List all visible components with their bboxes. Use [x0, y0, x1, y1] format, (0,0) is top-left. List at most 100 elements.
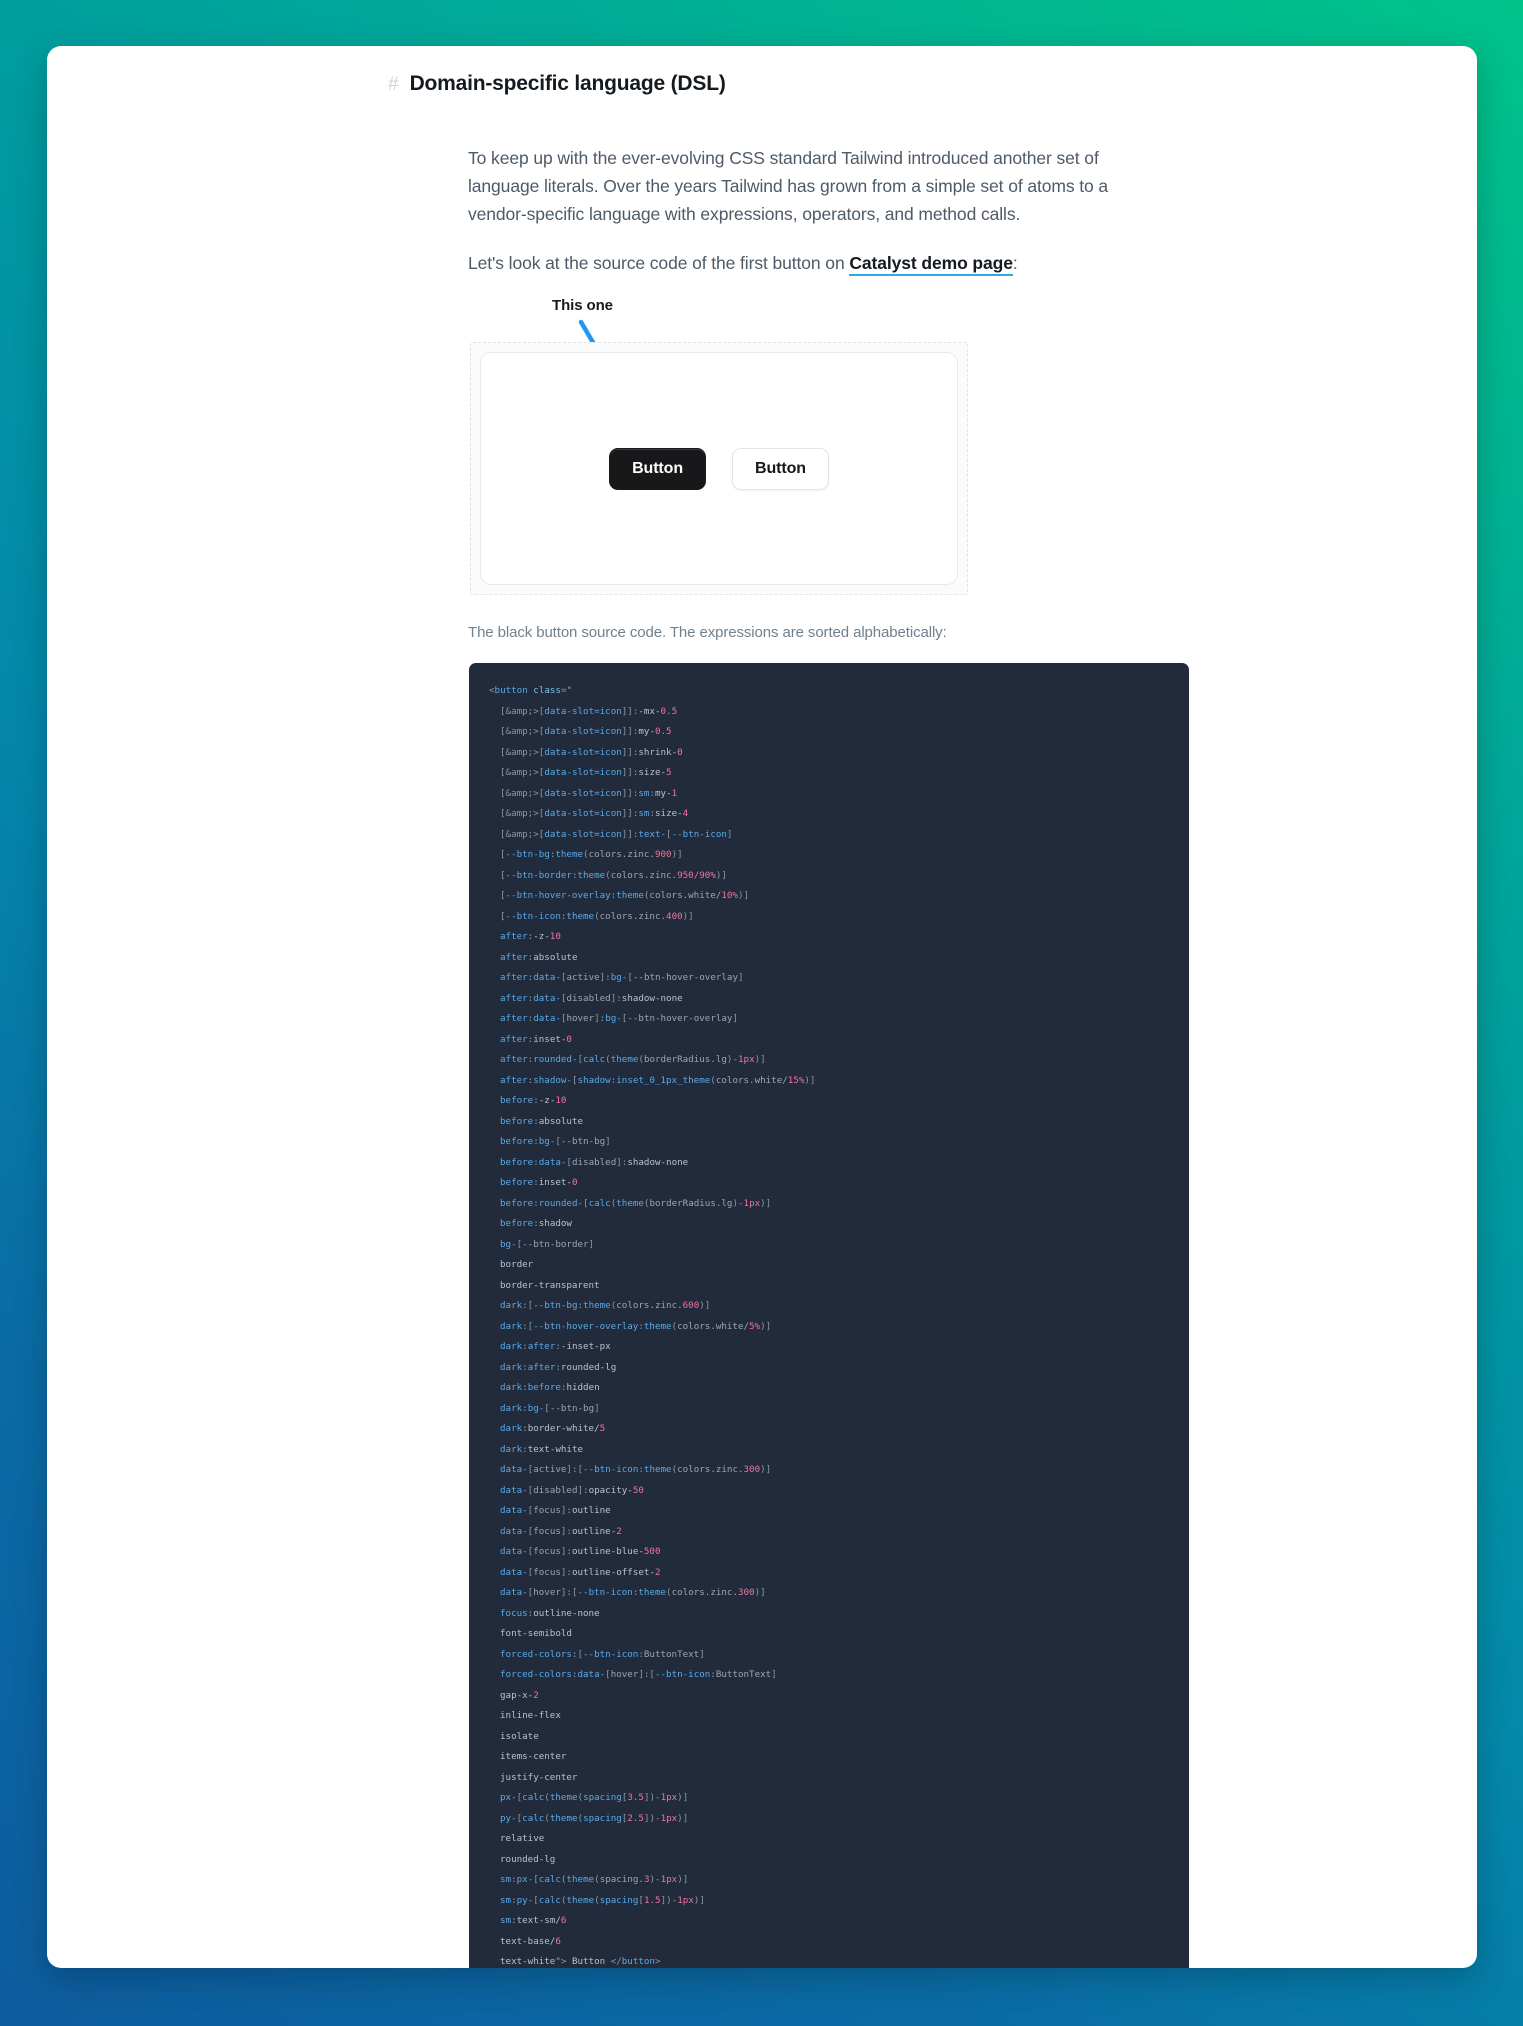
- code-token: ]]:: [621, 705, 639, 717]
- code-token: 6: [560, 1915, 567, 1926]
- code-line: [&amp;>[data-slot=icon]]:sm:size-4: [489, 804, 1169, 825]
- code-token: text-white: [527, 1443, 584, 1455]
- code-line: before:-z-10: [489, 1091, 1169, 1112]
- code-token: ]: [594, 1402, 600, 1414]
- code-line: after:inset-0: [489, 1030, 1169, 1051]
- code-token: after: [500, 951, 528, 963]
- code-token: colors.zinc.: [677, 1464, 744, 1475]
- code-token: data-slot=icon: [544, 828, 622, 840]
- code-token: 0: [566, 1033, 572, 1045]
- code-token: inset-: [538, 1177, 572, 1188]
- code-token: spacing: [583, 1812, 622, 1824]
- anchor-hash-icon[interactable]: #: [388, 74, 399, 96]
- code-token: )]: [760, 1197, 772, 1209]
- code-token: shadow: [538, 1218, 572, 1229]
- code-token: )]: [693, 1894, 705, 1906]
- code-token: colors.zinc.: [588, 849, 655, 860]
- code-line: before:rounded-[calc(theme(borderRadius.…: [489, 1194, 1169, 1215]
- code-token: shadow-none: [621, 992, 683, 1004]
- code-line: [&amp;>[data-slot=icon]]:my-0.5: [489, 722, 1169, 743]
- code-token: calc: [583, 1054, 606, 1065]
- code-token: after: [500, 1054, 528, 1065]
- code-token: calc: [588, 1197, 611, 1209]
- code-line: dark:after:rounded-lg: [489, 1358, 1169, 1379]
- code-line: font-semibold: [489, 1624, 1169, 1645]
- code-token: theme: [566, 1874, 595, 1885]
- code-token: )]: [682, 910, 694, 922]
- code-token: )]: [760, 1464, 772, 1475]
- code-line: py-[calc(theme(spacing[2.5])-1px)]: [489, 1809, 1169, 1830]
- code-token: &amp;: [505, 828, 534, 840]
- code-token: before: [527, 1382, 561, 1393]
- code-caption: The black button source code. The expres…: [468, 624, 947, 641]
- catalyst-demo-link[interactable]: Catalyst demo page: [849, 253, 1013, 276]
- code-token: before: [500, 1197, 534, 1209]
- code-token: --btn-icon: [671, 828, 727, 840]
- page-title: Domain-specific language (DSL): [409, 72, 726, 95]
- code-token: 1px: [660, 1812, 678, 1824]
- code-line: before:absolute: [489, 1112, 1169, 1133]
- code-token: ]:[: [560, 1587, 578, 1598]
- code-token: theme: [549, 1812, 578, 1824]
- code-token: sm: [638, 787, 650, 799]
- code-token: ]]:: [621, 746, 639, 758]
- code-token: &amp;: [505, 746, 534, 758]
- code-token: dark: [500, 1300, 523, 1311]
- code-token: calc: [522, 1792, 545, 1803]
- code-token: --btn-border: [505, 869, 572, 881]
- code-token: spacing: [599, 1894, 639, 1906]
- code-token: ]:: [560, 1566, 572, 1578]
- code-line: dark:before:hidden: [489, 1378, 1169, 1399]
- code-token: disabled: [571, 1156, 617, 1168]
- code-token: bg-: [605, 1013, 622, 1024]
- code-token: 950/90%: [677, 869, 716, 881]
- code-token: 300: [743, 1464, 761, 1475]
- code-line: [&amp;>[data-slot=icon]]:size-5: [489, 763, 1169, 784]
- code-token: )]: [754, 1054, 766, 1065]
- code-token: forced-colors: [500, 1669, 572, 1680]
- code-token: data-: [500, 1464, 528, 1475]
- code-token: sm: [500, 1894, 512, 1906]
- code-token: active: [566, 972, 600, 983]
- code-token: theme: [616, 890, 644, 901]
- demo-secondary-button[interactable]: Button: [732, 447, 829, 490]
- code-token: 2: [616, 1525, 622, 1537]
- code-token: theme: [638, 1587, 667, 1598]
- code-token: theme: [566, 910, 595, 922]
- code-token: after: [500, 972, 528, 983]
- code-token: 1px: [743, 1197, 761, 1209]
- code-token: bg-: [500, 1238, 517, 1250]
- code-token: -z-: [538, 1095, 556, 1106]
- code-token: --btn-icon: [583, 1648, 639, 1660]
- code-token: colors.zinc.: [610, 869, 678, 881]
- code-token: --btn-border: [522, 1238, 589, 1250]
- code-token: active: [533, 1464, 567, 1475]
- code-token: --btn-hover-overlay: [627, 1013, 733, 1024]
- code-line: text-base/6: [489, 1932, 1169, 1953]
- code-token: items-center: [500, 1751, 567, 1762]
- code-token: opacity-: [588, 1484, 633, 1496]
- code-token: --btn-bg: [560, 1136, 606, 1147]
- code-token: focus: [533, 1566, 561, 1578]
- demo-frame-inner: Button Button: [480, 352, 958, 585]
- code-token: )]: [715, 869, 727, 881]
- code-token: justify-center: [500, 1771, 578, 1783]
- code-token: bg-: [610, 972, 628, 983]
- code-token: outline: [571, 1505, 611, 1516]
- code-token: 0: [571, 1177, 578, 1188]
- code-token: ]:: [594, 1013, 606, 1024]
- code-token: )-: [732, 1197, 744, 1209]
- code-line: before:shadow: [489, 1214, 1169, 1235]
- code-token: data-: [500, 1505, 528, 1516]
- code-token: )]: [737, 890, 750, 901]
- code-token: 1px: [660, 1874, 678, 1885]
- code-line: inline-flex: [489, 1706, 1169, 1727]
- code-token: data-: [500, 1525, 528, 1537]
- code-token: 50: [632, 1484, 644, 1496]
- demo-primary-button[interactable]: Button: [609, 447, 706, 490]
- code-token: calc: [538, 1874, 561, 1885]
- code-token: data-: [500, 1587, 528, 1598]
- paragraph-lead-text: Let's look at the source code of the fir…: [468, 253, 850, 273]
- code-token: colors.white/: [649, 890, 722, 901]
- source-code-block[interactable]: <button class=" [&amp;>[data-slot=icon]]:…: [469, 663, 1189, 1968]
